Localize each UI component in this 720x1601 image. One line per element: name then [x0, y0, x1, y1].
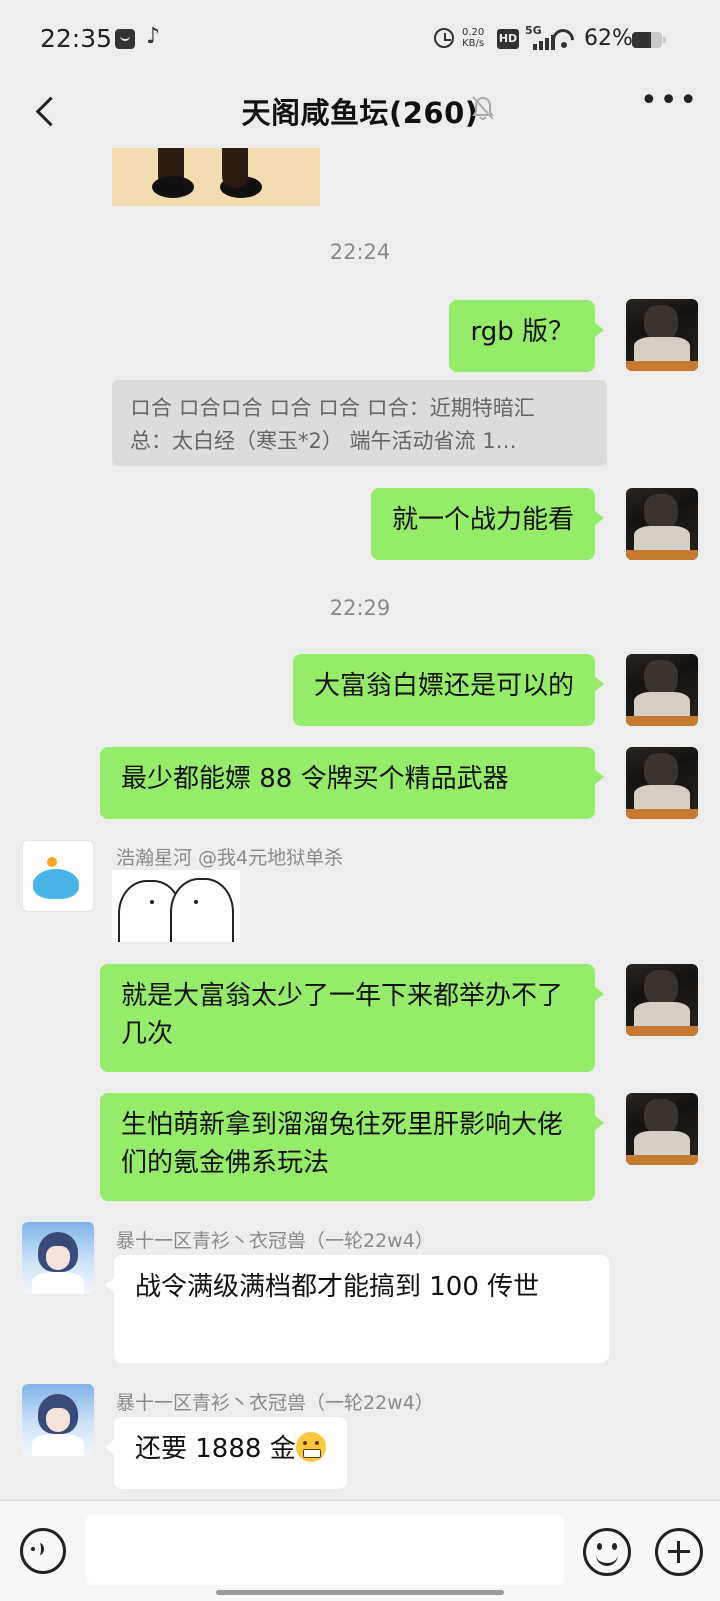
battery-tip: [663, 37, 666, 43]
quote-line: 总：太白经（寒玉*2） 端午活动省流 1…: [130, 429, 517, 453]
quote-line: ロ合 ロ合ロ合 ロ合 ロ合 ロ合：近期特暗汇: [130, 396, 535, 420]
status-bar: 22:35 ♪ 0.20 KB/s HD 5G 62%: [0, 0, 720, 84]
chat-header: 天阁咸鱼坛(260) •••: [0, 84, 720, 148]
message-bubble-self[interactable]: 最少都能嫖 88 令牌买个精品武器: [100, 747, 604, 819]
message-bubble-self[interactable]: 生怕萌新拿到溜溜兔往死里肝影响大佬们的氪金佛系玩法: [100, 1093, 604, 1201]
avatar-anime[interactable]: [22, 1384, 94, 1456]
wifi-icon: [552, 26, 578, 52]
mute-bell-icon: [472, 96, 494, 120]
avatar-elephant[interactable]: [22, 840, 94, 912]
image-message[interactable]: [112, 148, 320, 206]
sender-name: 暴十一区青衫丶衣冠兽（一轮22w4）: [116, 1230, 434, 1252]
quoted-message[interactable]: ロ合 ロ合ロ合 ロ合 ロ合 ロ合：近期特暗汇 总：太白经（寒玉*2） 端午活动省…: [112, 380, 607, 466]
hd-icon: HD: [497, 29, 519, 49]
message-app-icon: [115, 29, 135, 49]
message-bubble-other[interactable]: 战令满级满档都才能搞到 100 传世: [105, 1255, 609, 1363]
emoji-icon[interactable]: [583, 1528, 631, 1576]
message-bubble-self[interactable]: rgb 版？: [449, 300, 604, 372]
avatar-self[interactable]: [626, 299, 698, 371]
message-text: 还要 1888 金: [135, 1434, 296, 1464]
avatar-self[interactable]: [626, 654, 698, 726]
message-bubble-self[interactable]: 大富翁白嫖还是可以的: [292, 654, 605, 726]
avatar-self[interactable]: [626, 964, 698, 1036]
chat-title: 天阁咸鱼坛(260): [241, 96, 479, 130]
voice-icon[interactable]: [20, 1528, 66, 1574]
avatar-self[interactable]: [626, 747, 698, 819]
home-indicator[interactable]: [216, 1590, 504, 1595]
message-input[interactable]: [86, 1515, 564, 1585]
status-time: 22:35: [40, 24, 113, 53]
timestamp: 22:29: [329, 596, 391, 620]
avatar-self[interactable]: [626, 488, 698, 560]
battery-percent: 62%: [584, 26, 633, 51]
sticker-message[interactable]: [112, 870, 240, 942]
avatar-anime[interactable]: [22, 1222, 94, 1294]
battery-icon: [632, 32, 662, 48]
alarm-icon: [434, 28, 454, 48]
message-bubble-self[interactable]: 就是大富翁太少了一年下来都举办不了几次: [100, 964, 604, 1072]
tiktok-icon: ♪: [146, 24, 161, 49]
message-bubble-other[interactable]: 还要 1888 金: [105, 1417, 347, 1489]
sender-name: 浩瀚星河 @我4元地狱单杀: [116, 847, 344, 869]
avatar-self[interactable]: [626, 1093, 698, 1165]
grimace-emoji-icon: [295, 1432, 326, 1462]
network-speed: 0.20 KB/s: [462, 27, 485, 49]
more-dots-icon[interactable]: •••: [640, 86, 697, 116]
sender-name: 暴十一区青衫丶衣冠兽（一轮22w4）: [116, 1392, 434, 1414]
timestamp: 22:24: [329, 240, 391, 264]
plus-icon[interactable]: [655, 1528, 703, 1576]
signal-5g-icon: 5G: [525, 24, 555, 52]
message-bubble-self[interactable]: 就一个战力能看: [370, 488, 605, 560]
input-bar: [0, 1500, 720, 1601]
